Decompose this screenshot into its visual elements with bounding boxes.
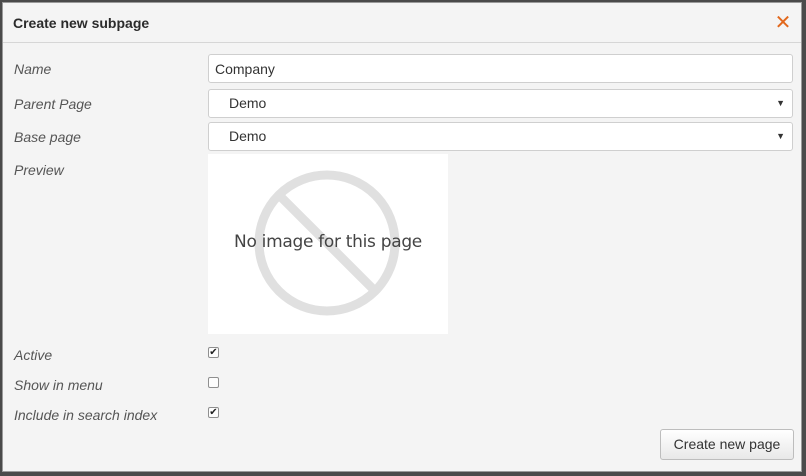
parent-page-value: Demo [229, 95, 267, 111]
active-label: Active [14, 347, 53, 363]
name-input[interactable] [208, 54, 793, 83]
chevron-down-icon: ▼ [776, 98, 785, 108]
search-index-checkbox[interactable]: ✔ [208, 407, 219, 418]
preview-image: No image for this page [208, 154, 448, 334]
base-page-label: Base page [14, 129, 81, 145]
chevron-down-icon: ▼ [776, 131, 785, 141]
parent-page-select[interactable]: Demo ▼ [208, 89, 793, 118]
name-label: Name [14, 61, 52, 77]
show-in-menu-label: Show in menu [14, 377, 103, 393]
base-page-select[interactable]: Demo ▼ [208, 122, 793, 151]
show-in-menu-checkbox[interactable] [208, 377, 219, 388]
parent-page-label: Parent Page [14, 96, 92, 112]
active-checkbox[interactable]: ✔ [208, 347, 219, 358]
dialog-header: Create new subpage ✕ [3, 3, 801, 43]
create-new-page-button[interactable]: Create new page [660, 429, 794, 460]
create-subpage-dialog: Create new subpage ✕ Name Parent Page De… [2, 2, 802, 472]
preview-placeholder-text: No image for this page [234, 232, 422, 252]
dialog-title: Create new subpage [13, 15, 150, 31]
search-index-label: Include in search index [14, 407, 158, 423]
close-icon[interactable]: ✕ [773, 13, 793, 33]
base-page-value: Demo [229, 128, 267, 144]
preview-label: Preview [14, 162, 64, 178]
